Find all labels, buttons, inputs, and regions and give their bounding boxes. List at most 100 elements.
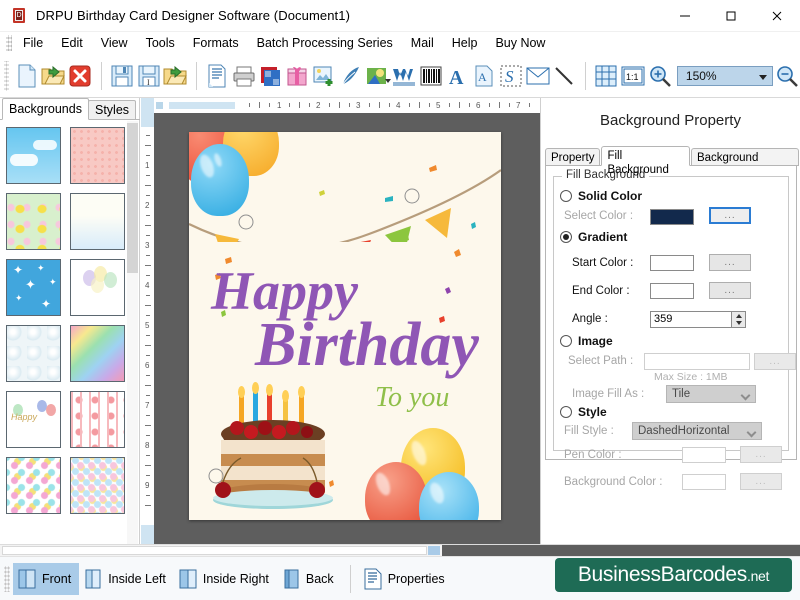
card-text-to-you[interactable]: To you xyxy=(375,384,449,412)
signature-icon[interactable]: S xyxy=(498,60,525,92)
close-document-icon[interactable] xyxy=(67,60,94,92)
tab-background-effects[interactable]: Background Effects xyxy=(691,148,799,166)
tab-backgrounds[interactable]: Backgrounds xyxy=(2,98,89,120)
page-button-properties[interactable]: Properties xyxy=(359,563,453,595)
actual-size-icon[interactable]: 1:1 xyxy=(619,60,646,92)
menu-buy-now[interactable]: Buy Now xyxy=(486,34,554,52)
background-thumbnail-pink-texture[interactable] xyxy=(70,127,125,184)
solid-color-radio-button[interactable] xyxy=(560,190,572,202)
line-icon[interactable] xyxy=(551,60,578,92)
card-text-happy[interactable]: Happy xyxy=(211,264,358,318)
menu-formats[interactable]: Formats xyxy=(184,34,248,52)
radio-image[interactable]: Image xyxy=(560,334,613,348)
radio-gradient[interactable]: Gradient xyxy=(560,230,627,244)
pen-color-browse-button[interactable]: ... xyxy=(740,446,782,463)
pen-color-swatch[interactable] xyxy=(682,447,726,463)
menu-batch-processing-series[interactable]: Batch Processing Series xyxy=(248,34,402,52)
style-radio-button[interactable] xyxy=(560,406,572,418)
page-button-inside-right[interactable]: Inside Right xyxy=(174,563,277,595)
end-color-swatch[interactable] xyxy=(650,283,694,299)
maximize-button[interactable] xyxy=(708,0,754,32)
watermark-icon[interactable] xyxy=(391,60,418,92)
tab-styles[interactable]: Styles xyxy=(88,100,136,120)
h-scroll-track[interactable] xyxy=(2,546,427,555)
menu-file[interactable]: File xyxy=(14,34,52,52)
grid-icon[interactable] xyxy=(593,60,620,92)
background-thumbnail-blue-stars[interactable]: ✦ ✦ ✦ ✦ ✦ ✦ xyxy=(6,259,61,316)
background-thumbnail-rainbow[interactable] xyxy=(70,325,125,382)
save-icon[interactable] xyxy=(108,60,135,92)
zoom-out-icon[interactable] xyxy=(773,60,800,92)
image-fill-as-combobox[interactable]: Tile xyxy=(666,385,756,403)
export-folder-icon[interactable] xyxy=(162,60,189,92)
open-folder-icon[interactable] xyxy=(40,60,67,92)
pen-icon[interactable] xyxy=(337,60,364,92)
text-art-icon[interactable]: A xyxy=(471,60,498,92)
menu-mail[interactable]: Mail xyxy=(402,34,443,52)
background-thumbnail-red-hearts-stripes[interactable] xyxy=(70,391,125,448)
fill-style-chevron-down-icon[interactable] xyxy=(747,428,757,438)
background-thumbnail-happy-birthday-gold[interactable]: Happy xyxy=(6,391,61,448)
minimize-button[interactable] xyxy=(662,0,708,32)
select-path-input[interactable] xyxy=(644,353,750,370)
page-button-back[interactable]: Back xyxy=(277,563,342,595)
print-icon[interactable] xyxy=(230,60,257,92)
image-radio-button[interactable] xyxy=(560,335,572,347)
card-layers-icon[interactable] xyxy=(257,60,284,92)
tab-property[interactable]: Property xyxy=(545,148,600,166)
zoom-level-combobox[interactable]: 150% xyxy=(677,66,773,86)
status-grip-handle[interactable] xyxy=(4,566,10,592)
insert-image-icon[interactable] xyxy=(310,60,337,92)
angle-spinner[interactable] xyxy=(732,311,746,328)
background-thumbnail-yellow-flowers[interactable] xyxy=(6,193,61,250)
background-thumbnail-sky-clouds[interactable] xyxy=(6,127,61,184)
background-thumbnail-colored-hearts[interactable] xyxy=(6,457,61,514)
background-color-browse-button[interactable]: ... xyxy=(740,473,782,490)
document-properties-icon[interactable] xyxy=(204,60,231,92)
start-color-browse-button[interactable]: ... xyxy=(709,254,751,271)
angle-spinner-up-icon[interactable] xyxy=(736,314,742,318)
fill-style-combobox[interactable]: DashedHorizontal xyxy=(632,422,762,440)
select-path-browse-button[interactable]: ... xyxy=(754,353,796,370)
h-scroll-thumb[interactable] xyxy=(428,546,440,555)
save-as-icon[interactable]: I xyxy=(135,60,162,92)
background-thumbnail-pastel-scene[interactable] xyxy=(70,193,125,250)
menu-view[interactable]: View xyxy=(92,34,137,52)
close-button[interactable] xyxy=(754,0,800,32)
tab-fill-background[interactable]: Fill Background xyxy=(601,146,690,166)
background-thumbnail-white-balloons[interactable] xyxy=(70,259,125,316)
page-button-inside-left[interactable]: Inside Left xyxy=(79,563,174,595)
image-fill-as-chevron-down-icon[interactable] xyxy=(741,391,751,401)
angle-input[interactable]: 359 xyxy=(650,311,732,328)
toolbar-grip-handle[interactable] xyxy=(4,61,9,91)
background-color-swatch[interactable] xyxy=(682,474,726,490)
backgrounds-scrollbar[interactable] xyxy=(127,121,138,544)
solid-color-swatch[interactable] xyxy=(650,209,694,225)
new-document-icon[interactable] xyxy=(13,60,40,92)
barcode-icon[interactable] xyxy=(417,60,444,92)
menu-tools[interactable]: Tools xyxy=(137,34,184,52)
menu-edit[interactable]: Edit xyxy=(52,34,92,52)
card-design-front[interactable]: Happy Birthday To you xyxy=(189,132,501,520)
envelope-icon[interactable] xyxy=(524,60,551,92)
card-text-birthday[interactable]: Birthday xyxy=(255,314,479,376)
backgrounds-scrollbar-thumb[interactable] xyxy=(127,123,138,273)
solid-color-browse-button[interactable]: ... xyxy=(709,207,751,224)
shape-picture-icon[interactable] xyxy=(364,60,391,92)
start-color-swatch[interactable] xyxy=(650,255,694,271)
menu-grip-handle[interactable] xyxy=(6,35,12,51)
menu-help[interactable]: Help xyxy=(443,34,487,52)
end-color-browse-button[interactable]: ... xyxy=(709,282,751,299)
zoom-dropdown-caret-icon[interactable] xyxy=(759,75,767,80)
radio-style[interactable]: Style xyxy=(560,405,607,419)
background-thumbnail-grid[interactable]: ✦ ✦ ✦ ✦ ✦ ✦ Happy xyxy=(0,121,140,544)
radio-solid-color[interactable]: Solid Color xyxy=(560,189,642,203)
gradient-radio-button[interactable] xyxy=(560,231,572,243)
page-button-front[interactable]: Front xyxy=(13,563,79,595)
design-canvas-area[interactable]: 1 2 3 4 5 6 7 xyxy=(141,98,540,544)
zoom-in-icon[interactable] xyxy=(646,60,673,92)
background-thumbnail-bubbles[interactable] xyxy=(6,325,61,382)
gift-icon[interactable] xyxy=(284,60,311,92)
background-thumbnail-balloon-bunch[interactable] xyxy=(70,457,125,514)
angle-spinner-down-icon[interactable] xyxy=(736,321,742,325)
